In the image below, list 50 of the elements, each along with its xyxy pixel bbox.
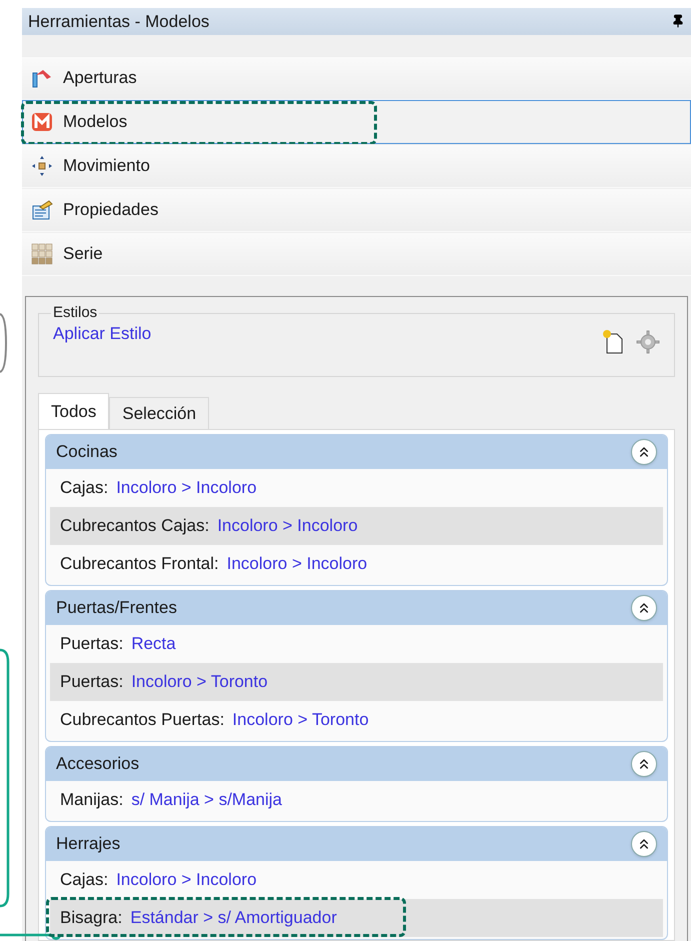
collapse-button[interactable]	[631, 831, 657, 857]
move-arrows-icon	[31, 155, 53, 177]
property-label: Puertas:	[60, 671, 124, 694]
nav-label: Aperturas	[63, 67, 137, 90]
nav-item[interactable]: Movimiento	[22, 144, 691, 188]
collapse-button[interactable]	[631, 439, 657, 465]
new-document-icon[interactable]	[602, 330, 624, 354]
property-value[interactable]: Estándar > s/ Amortiguador	[130, 905, 337, 931]
property-value[interactable]: Recta	[131, 631, 176, 657]
property-value[interactable]: s/ Manija > s/Manija	[131, 787, 282, 813]
grid-blocks-icon	[31, 243, 53, 265]
window-title: Herramientas - Modelos	[28, 10, 210, 33]
nav-item[interactable]: Aperturas	[22, 56, 691, 100]
property-label: Bisagra:	[60, 907, 122, 930]
nav-item[interactable]: Serie	[22, 232, 691, 276]
arc-fragment-drawing	[0, 312, 8, 374]
property-label: Manijas:	[60, 789, 124, 812]
section-title: Accesorios	[56, 753, 140, 776]
apply-style-link[interactable]: Aplicar Estilo	[53, 322, 152, 346]
property-value[interactable]: Incoloro > Incoloro	[116, 475, 257, 501]
section-title: Puertas/Frentes	[56, 597, 177, 620]
nav-label: Serie	[63, 243, 103, 266]
property-label: Puertas:	[60, 633, 124, 656]
nav-item[interactable]: Propiedades	[22, 188, 691, 232]
section-title: Cocinas	[56, 441, 118, 464]
nav-label: Propiedades	[63, 199, 158, 222]
property-label: Cajas:	[60, 477, 108, 500]
nav-label: Movimiento	[63, 155, 150, 178]
property-label: Cubrecantos Frontal:	[60, 553, 219, 576]
pin-icon[interactable]	[671, 14, 685, 28]
tab[interactable]: Todos	[38, 393, 110, 429]
nav-label: Modelos	[63, 111, 128, 134]
property-label: Cubrecantos Cajas:	[60, 515, 210, 538]
nav-item[interactable]: Modelos	[22, 100, 691, 144]
property-value[interactable]: Incoloro > Toronto	[131, 669, 268, 695]
property-value[interactable]: Incoloro > Incoloro	[226, 551, 368, 577]
property-label: Cubrecantos Puertas:	[60, 709, 224, 732]
property-row[interactable]: Cubrecantos Cajas: Incoloro > Incoloro	[50, 507, 663, 545]
property-value[interactable]: Incoloro > Incoloro	[116, 867, 257, 893]
properties-form-icon	[31, 199, 53, 221]
section-title: Herrajes	[56, 833, 120, 856]
collapse-button[interactable]	[631, 595, 657, 621]
property-value[interactable]: Incoloro > Toronto	[232, 707, 369, 733]
property-label: Cajas:	[60, 869, 108, 892]
flag-icon	[31, 67, 53, 89]
collapse-button[interactable]	[631, 751, 657, 777]
tab[interactable]: Selección	[109, 397, 210, 429]
letter-m-icon	[31, 111, 53, 133]
property-value[interactable]: Incoloro > Incoloro	[217, 513, 358, 539]
property-row[interactable]: Puertas: Incoloro > Toronto	[50, 663, 663, 701]
